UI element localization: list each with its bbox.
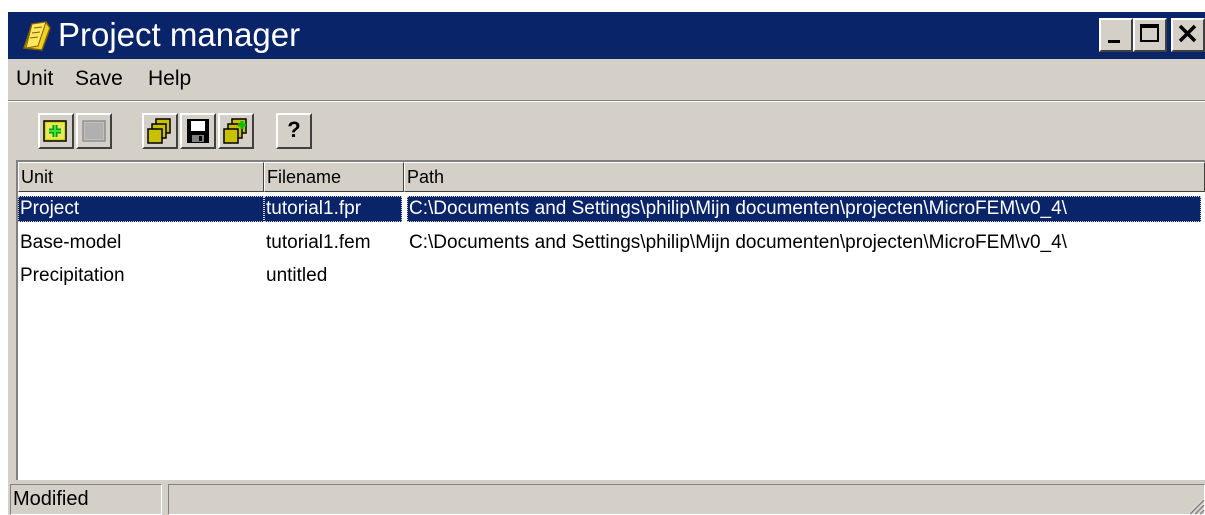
cell-unit: Precipitation <box>20 265 125 286</box>
open-all-icon <box>147 118 171 144</box>
save-all-icon <box>223 118 247 144</box>
menu-bar: Unit Save Help <box>8 59 1205 101</box>
title-bar[interactable]: Project manager <box>8 12 1205 59</box>
table-row[interactable]: Base-model tutorial1.fem C:\Documents an… <box>18 228 1205 261</box>
unit-list[interactable]: Unit Filename Path Project tutorial1.fpr… <box>16 160 1205 480</box>
menu-separator <box>8 100 1205 102</box>
status-bar: Modified <box>8 480 1205 515</box>
minimize-button[interactable] <box>1099 18 1133 52</box>
cell-unit: Project <box>18 196 264 222</box>
resize-grip-icon[interactable] <box>1183 493 1205 515</box>
status-panel-empty <box>168 484 1205 515</box>
menu-unit[interactable]: Unit <box>16 65 53 93</box>
cell-filename: tutorial1.fpr <box>264 196 402 222</box>
toolbar: ? <box>8 103 1205 157</box>
save-button[interactable] <box>180 113 216 149</box>
menu-save[interactable]: Save <box>75 65 123 93</box>
remove-unit-icon <box>82 120 106 142</box>
list-header: Unit Filename Path <box>18 162 1205 192</box>
column-header-unit[interactable]: Unit <box>18 162 264 192</box>
maximize-icon <box>1140 24 1159 42</box>
cell-unit: Base-model <box>20 232 122 253</box>
cell-filename: tutorial1.fem <box>266 232 371 253</box>
yellow-folder-icon <box>20 18 56 54</box>
close-button[interactable] <box>1171 18 1205 52</box>
minimize-icon <box>1108 40 1120 43</box>
status-text: Modified <box>10 484 162 515</box>
close-icon <box>1178 24 1197 43</box>
window-title: Project manager <box>58 16 301 53</box>
add-unit-button[interactable] <box>38 113 74 149</box>
project-manager-window: Project manager Unit Save Help ? Unit Fi… <box>8 12 1205 515</box>
save-icon <box>187 119 209 143</box>
cell-path <box>407 263 1201 289</box>
cell-path: C:\Documents and Settings\philip\Mijn do… <box>407 196 1201 222</box>
cell-path: C:\Documents and Settings\philip\Mijn do… <box>409 232 1067 253</box>
table-row[interactable]: Precipitation untitled <box>18 261 1205 294</box>
column-header-filename[interactable]: Filename <box>264 162 404 192</box>
column-header-path[interactable]: Path <box>404 162 1205 192</box>
open-all-button[interactable] <box>142 113 178 149</box>
maximize-button[interactable] <box>1133 18 1167 52</box>
add-unit-icon <box>43 120 67 142</box>
help-icon: ? <box>287 117 301 142</box>
save-all-button[interactable] <box>218 113 254 149</box>
table-row[interactable]: Project tutorial1.fpr C:\Documents and S… <box>18 194 1205 227</box>
cell-filename: untitled <box>266 265 328 286</box>
menu-help[interactable]: Help <box>148 65 191 93</box>
help-button[interactable]: ? <box>276 113 312 149</box>
remove-unit-button[interactable] <box>76 113 112 149</box>
